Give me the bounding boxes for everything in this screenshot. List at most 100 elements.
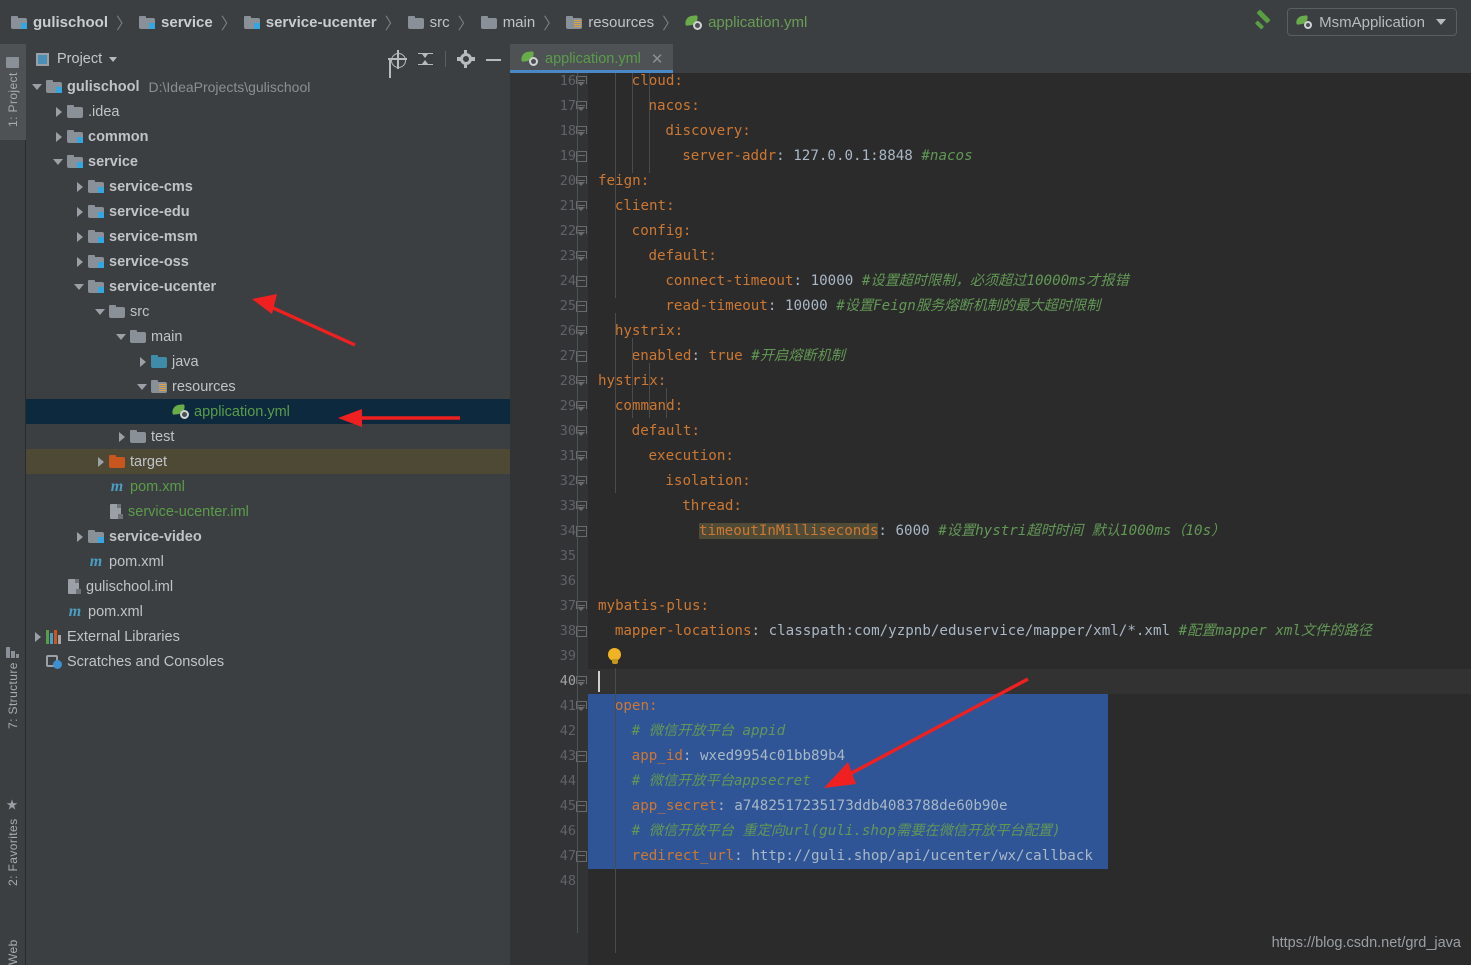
intention-bulb-icon[interactable]: [608, 648, 621, 665]
breadcrumb-item-gulischool[interactable]: gulischool: [11, 14, 108, 31]
tree-expand-arrow-right[interactable]: [74, 181, 85, 192]
sidebar-item-structure[interactable]: 7: Structure: [0, 634, 26, 742]
tree-expand-arrow-right[interactable]: [137, 356, 148, 367]
code-token: mybatis-plus:: [598, 598, 710, 614]
code-line: app_id: wxed9954c01bb89b4: [632, 744, 846, 769]
tree-row[interactable]: src: [26, 299, 510, 324]
folder-icon: [67, 105, 83, 118]
folder-icon: [130, 330, 146, 343]
tree-row[interactable]: External Libraries: [26, 624, 510, 649]
project-tree[interactable]: gulischool D:\IdeaProjects\gulischool .ide…: [26, 74, 510, 674]
breadcrumb-label: gulischool: [33, 13, 108, 31]
tree-row[interactable]: java: [26, 349, 510, 374]
tree-row[interactable]: m pom.xml: [26, 599, 510, 624]
tree-row-selected[interactable]: application.yml: [26, 399, 510, 424]
sidebar-item-favorites[interactable]: 2: Favorites ★: [0, 784, 26, 900]
tool-tab-label: 1: Project: [6, 72, 20, 128]
tree-row[interactable]: gulischool D:\IdeaProjects\gulischool: [26, 74, 510, 99]
tree-row[interactable]: service: [26, 149, 510, 174]
code-token: true: [708, 348, 743, 364]
code-token: 127.0.0.1:8848: [793, 148, 913, 164]
breadcrumb-separator: 〉: [116, 14, 133, 33]
sidebar-item-project[interactable]: 1: Project: [0, 44, 26, 140]
tree-expand-arrow-down[interactable]: [32, 81, 43, 92]
hide-icon[interactable]: [485, 51, 502, 68]
indent-guide: [615, 173, 616, 298]
code-line: enabled: true #开启熔断机制: [632, 344, 845, 369]
breadcrumb-item-resources[interactable]: resources: [566, 14, 654, 31]
tree-expand-arrow-down[interactable]: [137, 381, 148, 392]
tree-expand-arrow-right[interactable]: [74, 231, 85, 242]
indent-guide: [649, 73, 650, 173]
tree-expand-arrow-right[interactable]: [116, 431, 127, 442]
tree-row[interactable]: .idea: [26, 99, 510, 124]
code-token: server-addr: [682, 148, 777, 164]
code-token: timeoutInMilliseconds: [699, 523, 879, 539]
tree-row[interactable]: Scratches and Consoles: [26, 649, 510, 674]
collapse-all-icon[interactable]: [417, 51, 434, 68]
module-folder-icon: [88, 255, 104, 268]
idea-window: gulischool 〉 service 〉 service-ucenter 〉 src 〉 m…: [0, 0, 1471, 965]
indent-guide: [615, 418, 616, 493]
target-folder-icon: [109, 455, 125, 468]
code-content[interactable]: cloud: nacos: discovery: server-addr: 127.0…: [588, 73, 1471, 965]
code-token: app_secret: [631, 798, 718, 814]
code-token: #设置Feign服务熔断机制的最大超时限制: [836, 298, 1101, 314]
breadcrumb-item-service[interactable]: service: [139, 14, 213, 31]
tree-row[interactable]: service-video: [26, 524, 510, 549]
locate-icon[interactable]: [388, 49, 407, 69]
run-configuration-selector[interactable]: MsmApplication: [1287, 8, 1457, 36]
code-token: connect-timeout: [665, 273, 794, 289]
tree-row[interactable]: service-ucenter: [26, 274, 510, 299]
tree-row[interactable]: gulischool.iml: [26, 574, 510, 599]
tree-row[interactable]: service-ucenter.iml: [26, 499, 510, 524]
build-hammer-icon[interactable]: [1253, 11, 1275, 33]
tree-expand-arrow-right[interactable]: [95, 456, 106, 467]
tree-expand-arrow-right[interactable]: [74, 256, 85, 267]
module-folder-icon: [67, 155, 83, 168]
code-line: config:: [632, 219, 692, 244]
tree-row[interactable]: service-msm: [26, 224, 510, 249]
tree-item-label: target: [130, 453, 168, 470]
tree-expand-arrow-down[interactable]: [74, 281, 85, 292]
tree-row[interactable]: resources: [26, 374, 510, 399]
code-line: server-addr: 127.0.0.1:8848 #nacos: [682, 144, 972, 169]
tree-row[interactable]: service-cms: [26, 174, 510, 199]
tree-row[interactable]: test: [26, 424, 510, 449]
breadcrumb-item-src[interactable]: src: [407, 13, 450, 31]
tree-expand-arrow-down[interactable]: [116, 331, 127, 342]
tree-row[interactable]: common: [26, 124, 510, 149]
tree-row[interactable]: main: [26, 324, 510, 349]
tree-row[interactable]: service-oss: [26, 249, 510, 274]
tree-row[interactable]: m pom.xml: [26, 474, 510, 499]
breadcrumb-separator: 〉: [457, 14, 474, 33]
breadcrumb-item-service-ucenter[interactable]: service-ucenter: [243, 14, 377, 31]
fold-column[interactable]: [572, 73, 588, 965]
project-panel-actions: [388, 49, 502, 69]
project-icon: [36, 52, 49, 66]
chevron-down-icon[interactable]: [109, 56, 118, 62]
breadcrumb-label: src: [429, 13, 450, 31]
left-tool-window-strip: 1: Project 7: Structure 2: Favorites ★ W…: [0, 44, 26, 965]
tree-expand-arrow-right[interactable]: [74, 531, 85, 542]
tree-expand-arrow-right[interactable]: [53, 106, 64, 117]
breadcrumb-item-main[interactable]: main: [480, 14, 535, 31]
breadcrumb-item-application-yml[interactable]: application.yml: [684, 14, 807, 31]
maven-icon: m: [68, 602, 82, 620]
close-icon[interactable]: ✕: [651, 50, 664, 68]
tree-expand-arrow-down[interactable]: [95, 306, 106, 317]
code-editor[interactable]: 16 17 18 19 20 21 22 23 24 25 26 27 28 29 30 31 32 33 34 35…: [510, 73, 1471, 965]
tree-row[interactable]: service-edu: [26, 199, 510, 224]
gear-icon[interactable]: [456, 50, 475, 68]
code-line: feign:: [598, 169, 649, 194]
tree-expand-arrow-right[interactable]: [74, 206, 85, 217]
sidebar-item-web[interactable]: Web: [0, 924, 26, 965]
tree-row[interactable]: m pom.xml: [26, 549, 510, 574]
tree-expand-arrow-right[interactable]: [32, 631, 43, 642]
tree-item-label: pom.xml: [88, 603, 143, 620]
tree-expand-arrow-right[interactable]: [53, 131, 64, 142]
tree-expand-arrow-down[interactable]: [53, 156, 64, 167]
chevron-down-icon[interactable]: [1436, 19, 1446, 25]
tree-row[interactable]: target: [26, 449, 510, 474]
